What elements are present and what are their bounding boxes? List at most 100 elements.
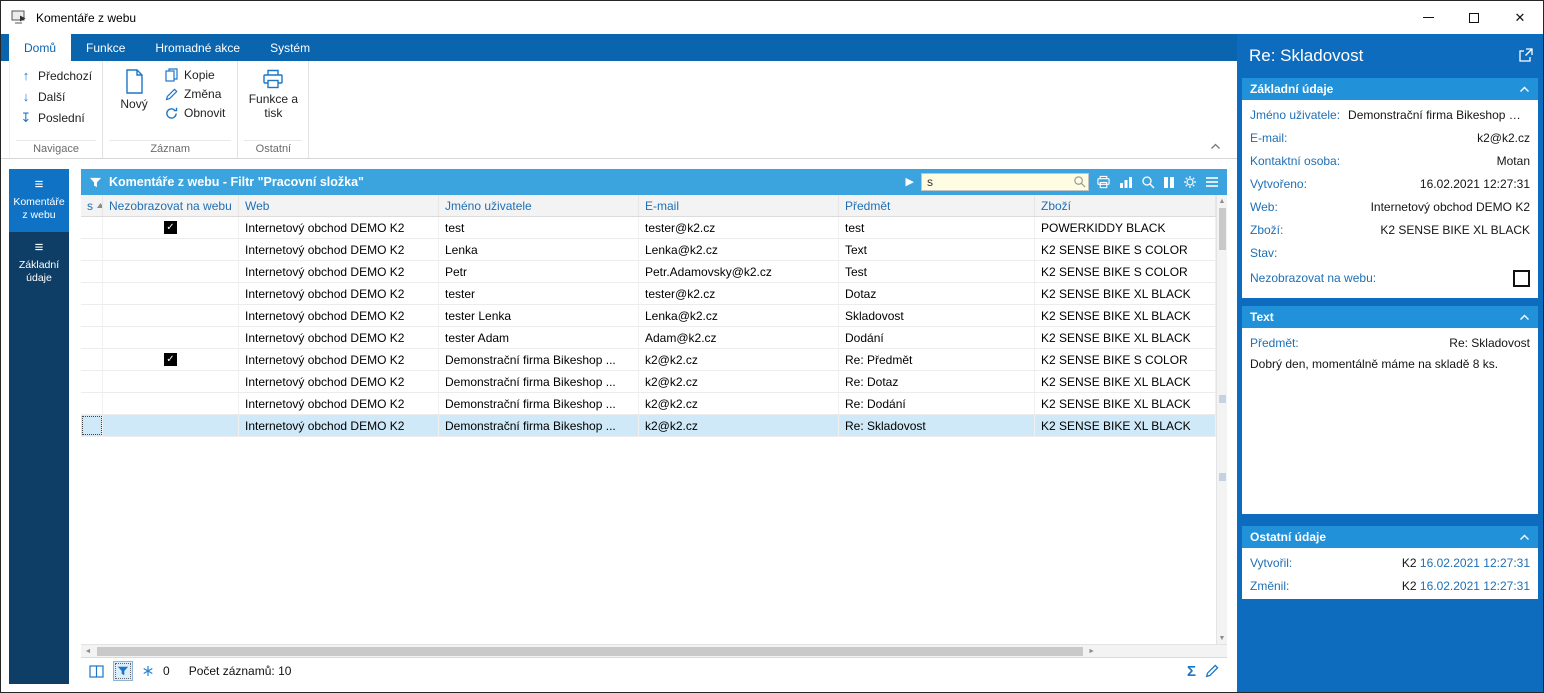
menu-icon[interactable] [1205,174,1219,191]
cell-web: Internetový obchod DEMO K2 [239,261,439,282]
last-button[interactable]: ↧ Poslední [16,109,96,127]
search-input[interactable] [921,173,1089,191]
table-body: ✓ Internetový obchod DEMO K2 test tester@k2… [81,217,1216,437]
table-row[interactable]: ✓ Internetový obchod DEMO K2 test tester@k2… [81,217,1216,239]
tab-system[interactable]: Systém [255,34,325,61]
cell-chk [103,415,239,436]
filter-toggle-button[interactable] [113,661,133,681]
table-row[interactable]: Internetový obchod DEMO K2 Demonstrační f… [81,393,1216,415]
table-row[interactable]: Internetový obchod DEMO K2 tester tester@k… [81,283,1216,305]
view-columns-icon[interactable] [89,664,104,678]
nezobrazovat-checkbox[interactable] [1513,269,1530,287]
group-label-navigace: Navigace [16,140,97,158]
vertical-scrollbar-thumb[interactable] [1218,208,1226,250]
settings-gear-icon[interactable] [1183,174,1197,191]
search-data-icon[interactable] [1141,174,1155,191]
section-zakladni-udaje: Základní údaje Jméno uživatele: Demonstra… [1242,78,1538,298]
table-row[interactable]: Internetový obchod DEMO K2 Demonstrační f… [81,415,1216,437]
freeze-snowflake-icon[interactable] [142,665,154,677]
chart-icon[interactable] [1119,174,1133,191]
predmet-row: Předmět: Re: Skladovost [1242,331,1538,354]
open-in-window-icon[interactable] [1518,48,1533,68]
grid-title: Komentáře z webu - Filtr "Pracovní složk… [109,175,364,189]
cell-goods: K2 SENSE BIKE XL BLACK [1035,327,1216,348]
row-checkbox-checked[interactable]: ✓ [164,221,177,234]
edit-pencil-icon[interactable] [1205,664,1219,678]
predmet-label: Předmět: [1250,335,1299,350]
arrow-down-icon: ↓ [22,89,30,104]
tab-hromadne-akce[interactable]: Hromadné akce [140,34,255,61]
cell-goods: K2 SENSE BIKE XL BLACK [1035,371,1216,392]
vertical-scrollbar[interactable]: ▲ ▼ [1216,195,1227,644]
column-header-email[interactable]: E-mail [639,195,839,216]
print-icon[interactable] [1096,174,1111,191]
detail-label: Web: [1250,199,1278,214]
cell-s [81,239,103,260]
panel-checkbox-row: Nezobrazovat na webu: [1242,264,1538,296]
collapse-ribbon-icon[interactable] [1210,137,1221,155]
cell-chk [103,239,239,260]
table-row[interactable]: ✓ Internetový obchod DEMO K2 Demonstrační … [81,349,1216,371]
minimize-button[interactable] [1405,1,1451,34]
previous-label: Předchozí [38,68,93,83]
maximize-button[interactable] [1451,1,1497,34]
record-count: Počet záznamů: 10 [188,664,292,678]
previous-button[interactable]: ↑ Předchozí [16,67,96,84]
play-icon[interactable]: ▶ [906,176,914,188]
scroll-up-icon[interactable]: ▲ [1219,195,1226,207]
column-header-zbozi[interactable]: Zboží [1035,195,1216,216]
table-row[interactable]: Internetový obchod DEMO K2 tester Lenka Le… [81,305,1216,327]
column-header-web[interactable]: Web [239,195,439,216]
scroll-down-icon[interactable]: ▼ [1219,632,1226,644]
horizontal-scrollbar-thumb[interactable] [97,646,1083,656]
sidebar-item-label: Komentáře z webu [13,196,65,222]
tab-domu[interactable]: Domů [9,34,72,61]
detail-panel-title: Re: Skladovost [1249,46,1364,65]
scroll-left-icon[interactable]: ◄ [81,648,95,655]
copy-label: Kopie [184,68,215,82]
refresh-button[interactable]: Obnovit [165,106,225,120]
chevron-up-icon[interactable] [1519,534,1530,541]
horizontal-scrollbar[interactable]: ◄ ► [81,644,1227,657]
next-button[interactable]: ↓ Další [16,88,96,105]
sidebar-item-zakladni-udaje[interactable]: ≡ Základní údaje [9,232,69,295]
section-header[interactable]: Základní údaje [1242,78,1538,100]
column-header-predmet[interactable]: Předmět [839,195,1035,216]
columns-icon[interactable] [1163,174,1175,191]
minimize-icon [1422,17,1434,18]
cell-user: test [439,217,639,238]
close-button[interactable]: ✕ [1497,1,1543,34]
left-region: Domů Funkce Hromadné akce Systém ↑ Předc… [1,34,1237,692]
filter-icon [89,176,102,189]
functions-print-button[interactable]: Funkce a tisk [244,64,302,140]
cell-user: tester Adam [439,327,639,348]
table-row[interactable]: Internetový obchod DEMO K2 Petr Petr.Adamo… [81,261,1216,283]
table: s Nezobrazovat na webu Web Jméno uživate… [81,195,1216,644]
edit-button[interactable]: Změna [165,87,225,101]
column-header-nezobrazovat[interactable]: Nezobrazovat na webu [103,195,239,216]
column-header-jmeno[interactable]: Jméno uživatele [439,195,639,216]
row-checkbox-checked[interactable]: ✓ [164,353,177,366]
table-row[interactable]: Internetový obchod DEMO K2 Lenka Lenka@k2.… [81,239,1216,261]
sum-icon[interactable]: Σ [1187,663,1196,680]
cell-goods: K2 SENSE BIKE S COLOR [1035,239,1216,260]
detail-label: Stav: [1250,245,1278,260]
sidebar-item-komentare-z-webu[interactable]: ≡ Komentáře z webu [9,169,69,233]
copy-button[interactable]: Kopie [165,68,225,82]
new-label: Nový [120,97,148,111]
column-header-s[interactable]: s [81,195,103,216]
cell-user: tester Lenka [439,305,639,326]
cell-chk [103,371,239,392]
search-icon [1073,175,1086,193]
section-header[interactable]: Ostatní údaje [1242,526,1538,548]
table-row[interactable]: Internetový obchod DEMO K2 Demonstrační f… [81,371,1216,393]
chevron-up-icon[interactable] [1519,314,1530,321]
scroll-right-icon[interactable]: ► [1085,648,1099,655]
new-button[interactable]: Nový [109,64,159,140]
tab-funkce[interactable]: Funkce [71,34,140,61]
section-header[interactable]: Text [1242,306,1538,328]
section-title: Základní údaje [1250,82,1334,96]
copy-icon [165,68,178,82]
chevron-up-icon[interactable] [1519,86,1530,93]
table-row[interactable]: Internetový obchod DEMO K2 tester Adam Ada… [81,327,1216,349]
